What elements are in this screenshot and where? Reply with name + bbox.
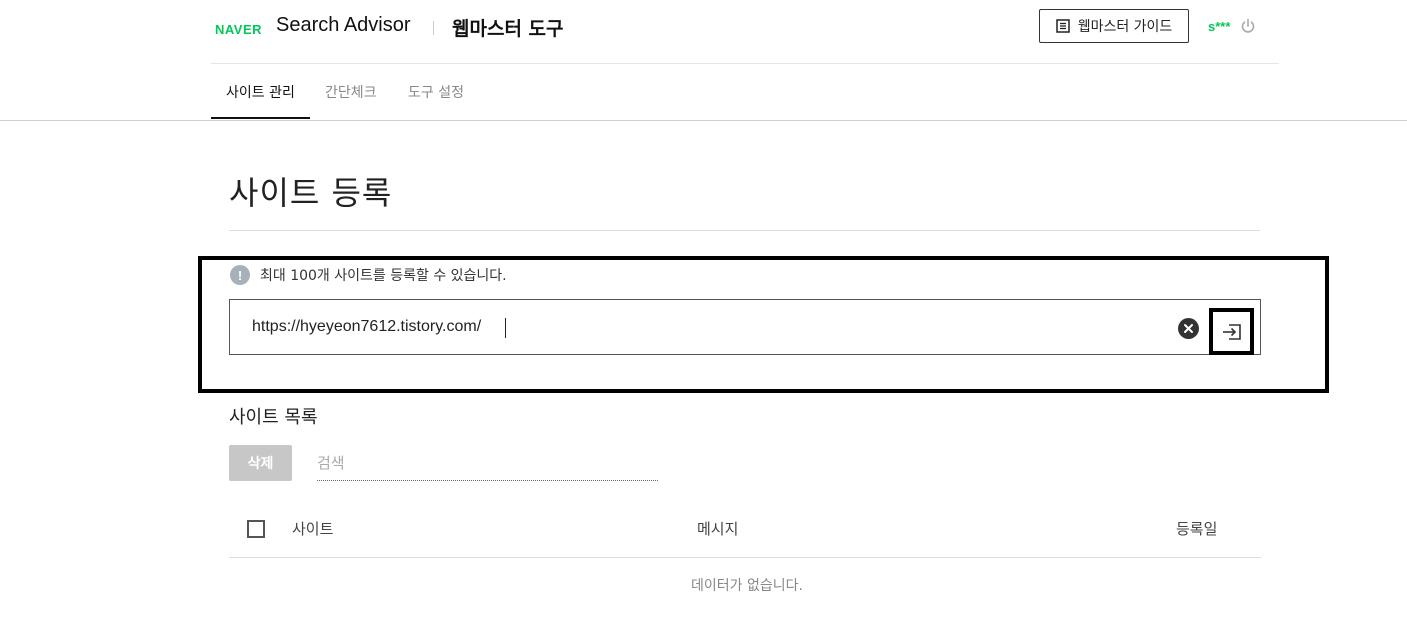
tab-simple-check[interactable]: 간단체크 (325, 82, 377, 102)
register-site-button[interactable] (1209, 308, 1254, 355)
search-input[interactable] (317, 449, 657, 477)
tab-site-management[interactable]: 사이트 관리 (226, 82, 295, 102)
brand-divider (433, 21, 434, 35)
info-icon: ! (230, 265, 250, 285)
tab-tool-settings[interactable]: 도구 설정 (408, 82, 464, 102)
enter-icon (1222, 323, 1242, 341)
site-list-title: 사이트 목록 (229, 407, 318, 428)
title-divider (229, 230, 1260, 231)
clear-input-icon[interactable] (1178, 318, 1199, 339)
column-header-registered-date: 등록일 (1176, 520, 1218, 538)
naver-logo[interactable]: NAVER (215, 22, 262, 37)
document-icon (1055, 19, 1070, 33)
brand-subtitle: 웹마스터 도구 (452, 18, 564, 40)
nav-divider (0, 120, 1407, 121)
header-divider (211, 63, 1279, 64)
logout-power-icon[interactable] (1240, 18, 1256, 34)
user-id[interactable]: s*** (1208, 19, 1230, 34)
search-underline (317, 480, 658, 481)
table-header-divider (229, 557, 1261, 558)
webmaster-guide-button[interactable]: 웹마스터 가이드 (1039, 9, 1189, 43)
select-all-checkbox[interactable] (247, 520, 265, 538)
delete-button[interactable]: 삭제 (229, 445, 292, 481)
brand-title[interactable]: Search Advisor (276, 14, 411, 37)
register-info-text: 최대 100개 사이트를 등록할 수 있습니다. (260, 268, 507, 284)
webmaster-guide-label: 웹마스터 가이드 (1077, 19, 1173, 35)
active-tab-indicator (211, 117, 310, 119)
text-caret (505, 318, 506, 338)
page-title: 사이트 등록 (229, 174, 393, 212)
site-url-input[interactable] (252, 316, 1152, 338)
column-header-message: 메시지 (697, 520, 739, 538)
column-header-site: 사이트 (292, 520, 334, 538)
empty-table-message: 데이터가 없습니다. (691, 578, 803, 594)
